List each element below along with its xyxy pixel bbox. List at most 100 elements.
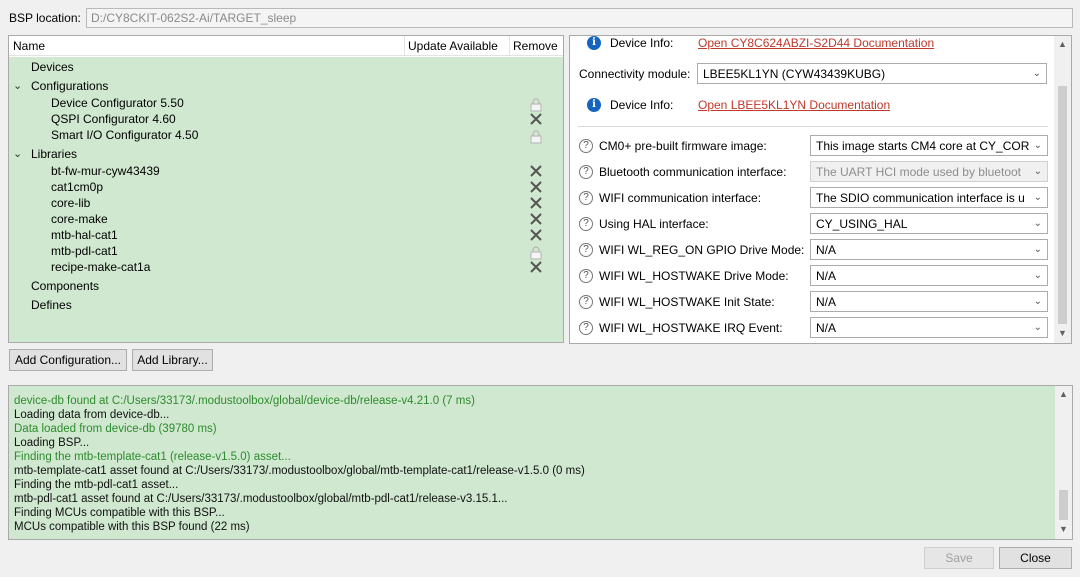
chevron-down-icon[interactable]: ⌄ (13, 147, 22, 161)
param-select-hostwake-irq-event[interactable]: N/A ⌄ (810, 317, 1048, 338)
module-documentation-link[interactable]: Open LBEE5KL1YN Documentation (698, 98, 890, 112)
log-scrollbar[interactable]: ▲ ▼ (1055, 386, 1072, 539)
scroll-down-icon[interactable]: ▼ (1055, 524, 1072, 534)
device-info-label: Device Info: (610, 36, 674, 50)
param-value-hostwake-init-state: N/A (816, 295, 837, 309)
log-line: MCUs compatible with this BSP found (22 … (14, 521, 250, 533)
lock-icon (530, 130, 542, 144)
chevron-down-icon[interactable]: ⌄ (13, 79, 22, 93)
bsp-location-label: BSP location: (9, 11, 81, 25)
tree-item-core-make[interactable]: core-make (51, 212, 108, 226)
remove-icon[interactable] (529, 260, 543, 274)
log-line: Finding the mtb-pdl-cat1 asset... (14, 479, 179, 491)
device-documentation-link[interactable]: Open CY8C624ABZI-S2D44 Documentation (698, 36, 934, 50)
param-select-hal-interface[interactable]: CY_USING_HAL ⌄ (810, 213, 1048, 234)
close-button[interactable]: Close (999, 547, 1072, 569)
param-label-hal-interface: Using HAL interface: (599, 217, 709, 231)
help-icon[interactable]: ? (579, 321, 593, 335)
chevron-down-icon: ⌄ (1033, 296, 1042, 307)
param-value-bluetooth-interface: The UART HCI mode used by bluetoot (816, 165, 1021, 179)
tree-item-cat1cm0p[interactable]: cat1cm0p (51, 180, 103, 194)
scroll-up-icon[interactable]: ▲ (1055, 389, 1072, 399)
column-header-name[interactable]: Name (13, 40, 45, 53)
log-output-panel: device-db found at C:/Users/33173/.modus… (8, 385, 1073, 540)
log-line: Finding MCUs compatible with this BSP... (14, 507, 225, 519)
remove-icon[interactable] (529, 164, 543, 178)
log-line: Loading data from device-db... (14, 409, 170, 421)
asset-tree-panel: Name Update Available Remove Devices ⌄ C… (8, 35, 564, 343)
scrollbar-thumb[interactable] (1058, 86, 1067, 324)
lock-icon (530, 98, 542, 112)
tree-item-qspi-configurator[interactable]: QSPI Configurator 4.60 (51, 112, 176, 126)
add-configuration-button[interactable]: Add Configuration... (9, 349, 127, 371)
remove-icon[interactable] (529, 180, 543, 194)
log-line: Finding the mtb-template-cat1 (release-v… (14, 451, 291, 463)
scroll-up-icon[interactable]: ▲ (1054, 39, 1071, 49)
tree-item-devices[interactable]: Devices (31, 60, 74, 74)
param-select-cm0-image[interactable]: This image starts CM4 core at CY_COR ⌄ (810, 135, 1048, 156)
divider (578, 126, 1048, 127)
tree-item-core-lib[interactable]: core-lib (51, 196, 90, 210)
chevron-down-icon: ⌄ (1033, 192, 1042, 203)
tree-item-device-configurator[interactable]: Device Configurator 5.50 (51, 96, 184, 110)
tree-item-mtb-hal-cat1[interactable]: mtb-hal-cat1 (51, 228, 118, 242)
log-line: Loading BSP... (14, 437, 90, 449)
save-button[interactable]: Save (924, 547, 994, 569)
settings-panel: i Device Info: Open CY8C624ABZI-S2D44 Do… (569, 35, 1072, 344)
remove-icon[interactable] (529, 228, 543, 242)
tree-item-libraries[interactable]: Libraries (31, 147, 77, 161)
tree-item-configurations[interactable]: Configurations (31, 79, 108, 93)
module-info-label: Device Info: (610, 98, 674, 112)
remove-icon[interactable] (529, 112, 543, 126)
remove-icon[interactable] (529, 212, 543, 226)
column-header-update-available[interactable]: Update Available (408, 40, 498, 53)
chevron-down-icon: ⌄ (1032, 68, 1041, 79)
param-select-hostwake-drive-mode[interactable]: N/A ⌄ (810, 265, 1048, 286)
scroll-down-icon[interactable]: ▼ (1054, 328, 1071, 338)
column-header-remove[interactable]: Remove (513, 40, 558, 53)
log-line: mtb-pdl-cat1 asset found at C:/Users/331… (14, 493, 508, 505)
tree-body: Devices ⌄ Configurations Device Configur… (9, 57, 563, 342)
settings-scrollbar[interactable]: ▲ ▼ (1054, 36, 1071, 343)
help-icon[interactable]: ? (579, 269, 593, 283)
chevron-down-icon: ⌄ (1033, 218, 1042, 229)
info-icon: i (587, 36, 601, 50)
param-label-reg-on-drive-mode: WIFI WL_REG_ON GPIO Drive Mode: (599, 243, 805, 257)
tree-item-smart-io-configurator[interactable]: Smart I/O Configurator 4.50 (51, 128, 198, 142)
scrollbar-thumb[interactable] (1059, 490, 1068, 520)
chevron-down-icon: ⌄ (1033, 322, 1042, 333)
info-icon: i (587, 98, 601, 112)
log-line: mtb-template-cat1 asset found at C:/User… (14, 465, 585, 477)
tree-item-recipe-make-cat1a[interactable]: recipe-make-cat1a (51, 260, 150, 274)
param-value-reg-on-drive-mode: N/A (816, 243, 837, 257)
param-label-bluetooth-interface: Bluetooth communication interface: (599, 165, 787, 179)
chevron-down-icon: ⌄ (1033, 270, 1042, 281)
help-icon[interactable]: ? (579, 243, 593, 257)
help-icon[interactable]: ? (579, 217, 593, 231)
help-icon[interactable]: ? (579, 191, 593, 205)
param-select-wifi-interface[interactable]: The SDIO communication interface is u ⌄ (810, 187, 1048, 208)
connectivity-module-value: LBEE5KL1YN (CYW43439KUBG) (703, 67, 886, 81)
param-select-reg-on-drive-mode[interactable]: N/A ⌄ (810, 239, 1048, 260)
add-library-button[interactable]: Add Library... (132, 349, 213, 371)
tree-item-mtb-pdl-cat1[interactable]: mtb-pdl-cat1 (51, 244, 118, 258)
remove-icon[interactable] (529, 196, 543, 210)
connectivity-module-select[interactable]: LBEE5KL1YN (CYW43439KUBG) ⌄ (697, 63, 1047, 84)
chevron-down-icon: ⌄ (1033, 244, 1042, 255)
chevron-down-icon: ⌄ (1033, 140, 1042, 151)
param-label-hostwake-init-state: WIFI WL_HOSTWAKE Init State: (599, 295, 775, 309)
log-line: Data loaded from device-db (39780 ms) (14, 423, 217, 435)
param-label-hostwake-drive-mode: WIFI WL_HOSTWAKE Drive Mode: (599, 269, 789, 283)
tree-item-defines[interactable]: Defines (31, 298, 72, 312)
help-icon[interactable]: ? (579, 295, 593, 309)
param-value-hostwake-irq-event: N/A (816, 321, 837, 335)
tree-item-bt-fw-mur-cyw43439[interactable]: bt-fw-mur-cyw43439 (51, 164, 160, 178)
help-icon[interactable]: ? (579, 139, 593, 153)
param-value-cm0-image: This image starts CM4 core at CY_COR (816, 139, 1030, 153)
param-select-hostwake-init-state[interactable]: N/A ⌄ (810, 291, 1048, 312)
bsp-location-field[interactable]: D:/CY8CKIT-062S2-Ai/TARGET_sleep (86, 8, 1073, 28)
help-icon[interactable]: ? (579, 165, 593, 179)
log-line: device-db found at C:/Users/33173/.modus… (14, 395, 475, 407)
tree-header: Name Update Available Remove (9, 36, 563, 56)
tree-item-components[interactable]: Components (31, 279, 99, 293)
